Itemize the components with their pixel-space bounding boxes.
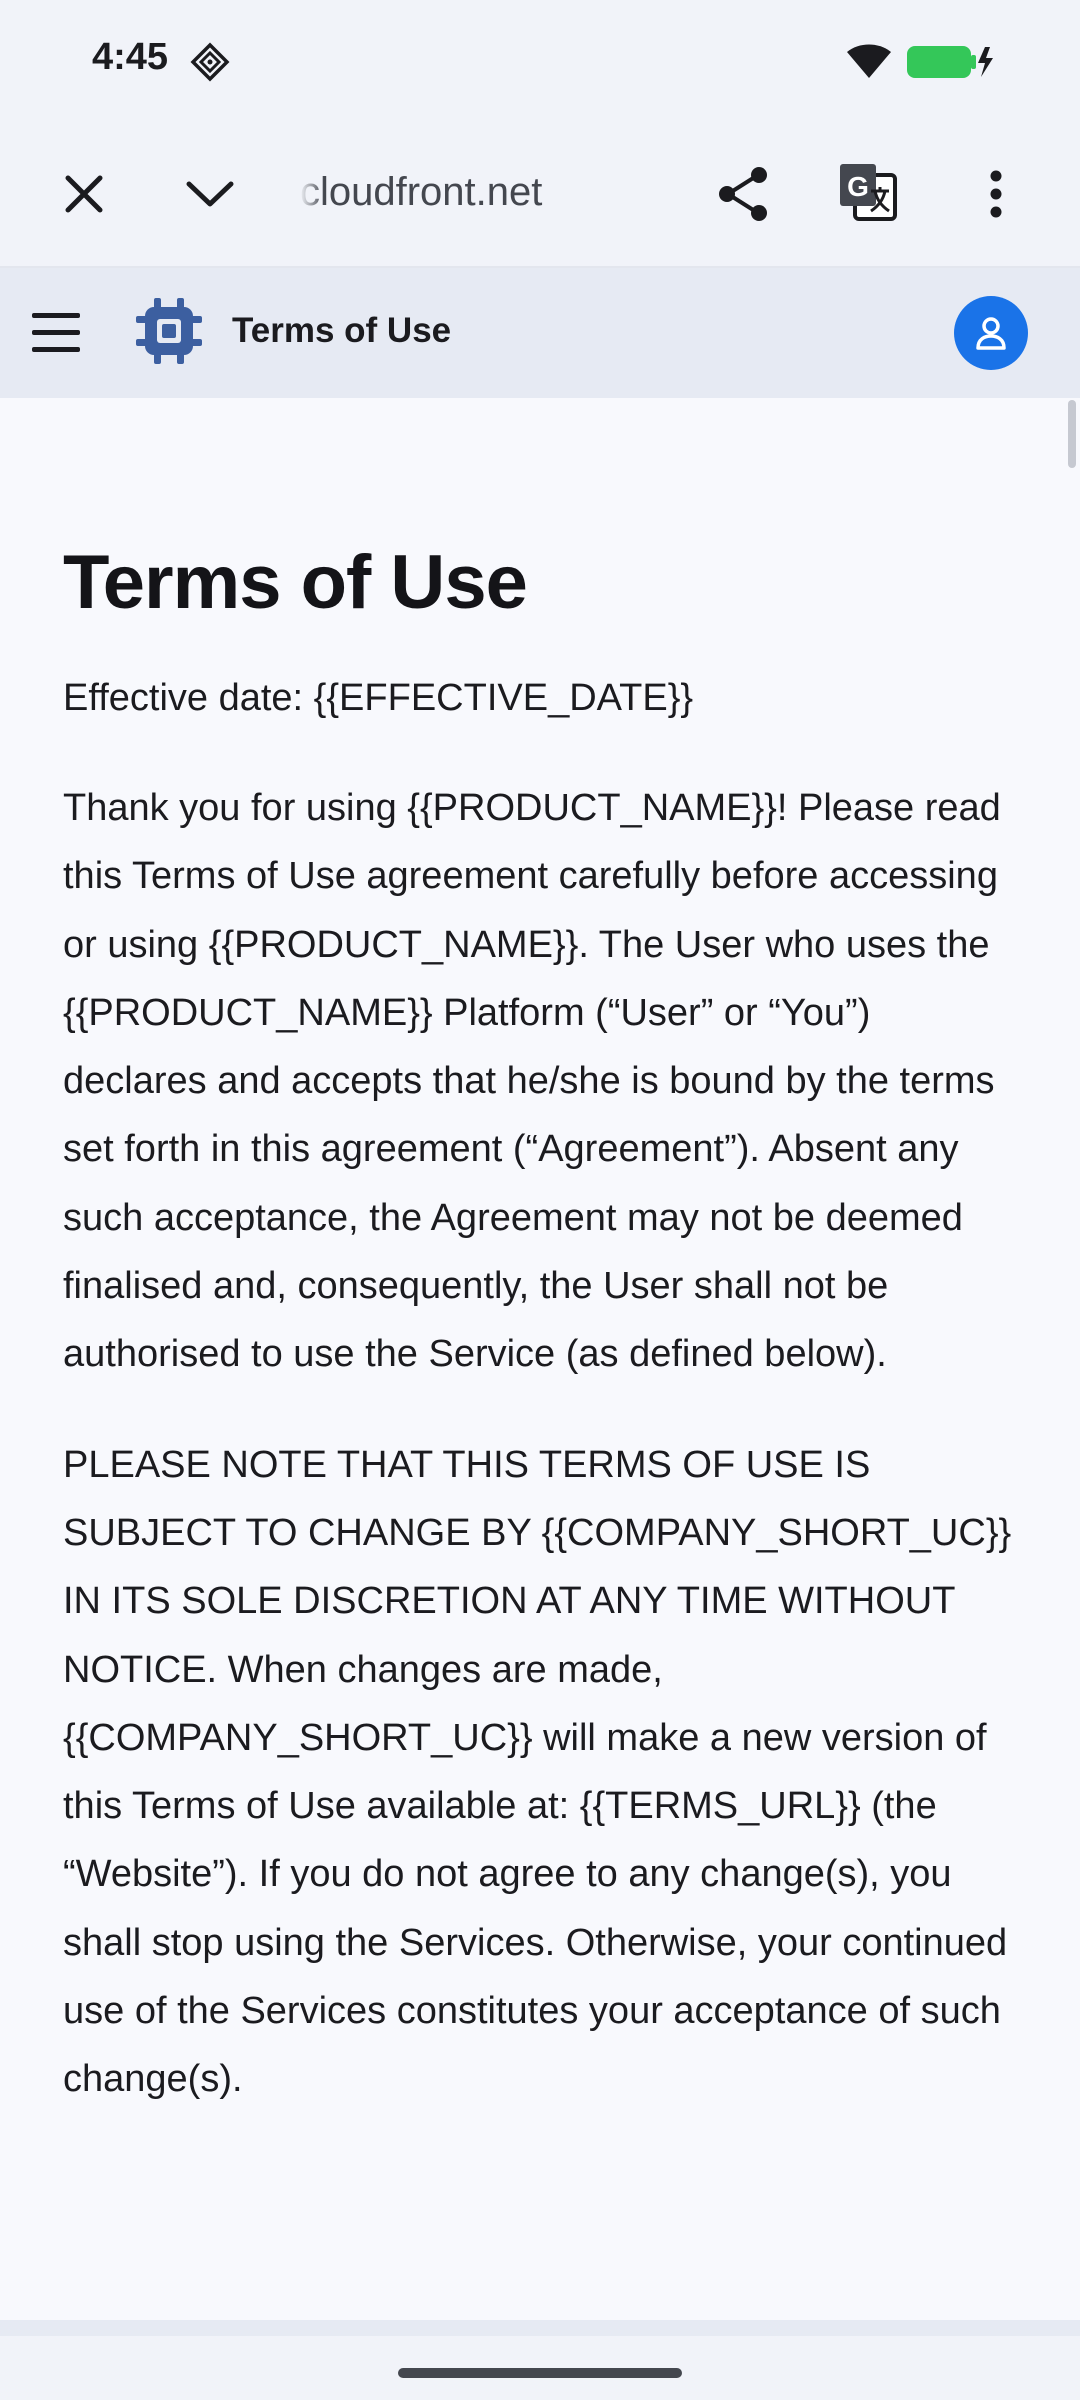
account-icon — [976, 317, 1006, 350]
battery-charging-icon — [907, 46, 993, 78]
status-bar: 4:45 — [0, 0, 1080, 120]
more-vert-icon — [990, 170, 1002, 218]
more-options-button[interactable] — [956, 154, 1036, 234]
translate-icon: G — [840, 164, 897, 221]
close-icon — [65, 175, 103, 213]
scrollbar-thumb[interactable] — [1068, 400, 1076, 468]
share-button[interactable] — [704, 154, 784, 234]
browser-toolbar: cloudfront.net G — [0, 120, 1080, 268]
share-icon — [719, 167, 767, 221]
menu-button[interactable] — [16, 293, 96, 373]
app-header: Terms of Use — [0, 268, 1080, 398]
app-header-title: Terms of Use — [232, 311, 452, 350]
home-indicator[interactable] — [398, 2368, 682, 2378]
effective-date: Effective date: {{EFFECTIVE_DATE}} — [63, 677, 694, 719]
system-nav-bar — [0, 2336, 1080, 2400]
change-notice-paragraph: PLEASE NOTE THAT THIS TERMS OF USE IS SU… — [63, 1443, 1012, 2101]
diamond-icon — [190, 42, 230, 82]
account-button[interactable] — [954, 296, 1028, 370]
terms-content: Terms of Use Effective date: {{EFFECTIVE… — [63, 398, 1023, 2152]
chip-logo-icon — [136, 298, 202, 364]
svg-text:G: G — [847, 171, 869, 202]
page-title: Terms of Use — [63, 540, 528, 625]
app-logo — [134, 296, 204, 366]
minimize-button[interactable] — [170, 154, 250, 234]
url-text[interactable]: cloudfront.net — [300, 170, 600, 226]
chevron-down-icon — [186, 181, 234, 207]
menu-icon — [32, 313, 80, 352]
translate-button[interactable]: G — [828, 152, 908, 232]
intro-paragraph: Thank you for using {{PRODUCT_NAME}}! Pl… — [63, 787, 1001, 1376]
wifi-icon — [847, 44, 891, 78]
bottom-bar — [0, 2320, 1080, 2336]
close-tab-button[interactable] — [44, 154, 124, 234]
status-time: 4:45 — [92, 36, 169, 78]
